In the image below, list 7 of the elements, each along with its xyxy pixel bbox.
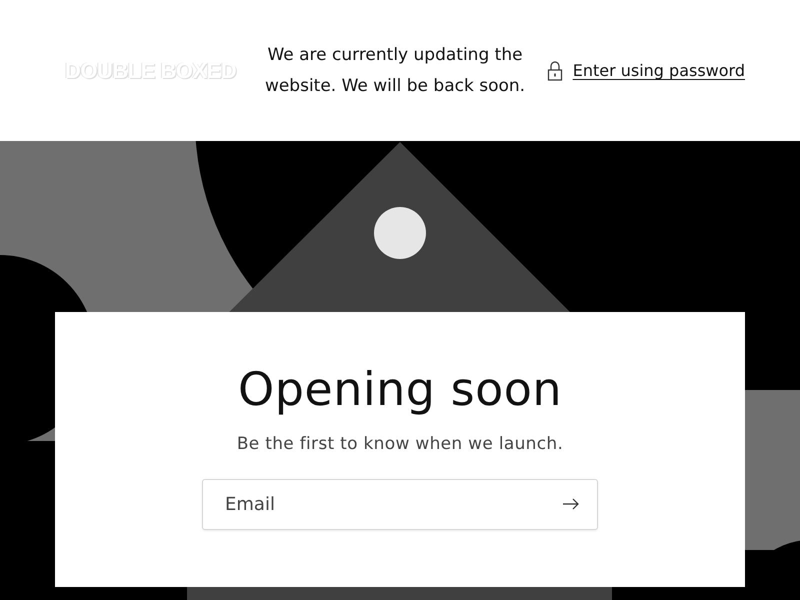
maintenance-notice: We are currently updating the website. We will be back soon. <box>264 44 526 98</box>
password-link[interactable]: Enter using password <box>572 61 745 80</box>
heading: Opening soon <box>238 361 562 418</box>
lock-icon <box>546 60 563 80</box>
email-field[interactable]: Email <box>202 479 598 530</box>
arrow-icon[interactable] <box>562 498 580 510</box>
subtitle: Be the first to know when we launch. <box>236 434 564 454</box>
